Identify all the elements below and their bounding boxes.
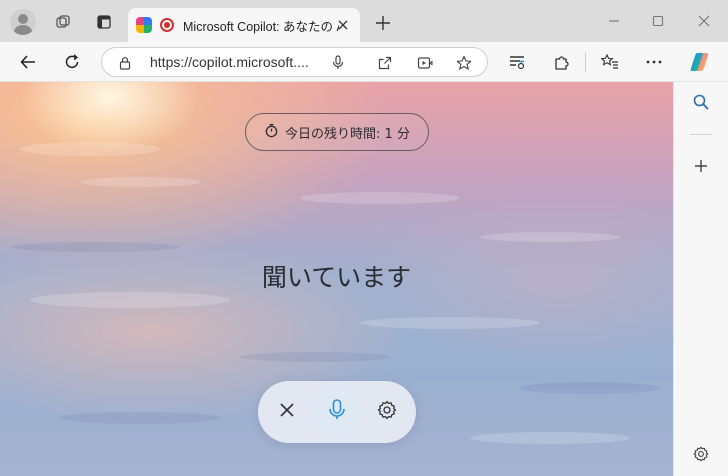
workspaces-icon[interactable] [50,9,76,35]
remaining-time-badge: 今日の残り時間: 1 分 [245,113,429,151]
tab-title: Microsoft Copilot: あなたの AI [183,19,339,34]
background-ripple [30,292,230,308]
settings-button[interactable] [362,387,412,437]
close-window-icon[interactable] [688,8,720,34]
microphone-button[interactable] [312,387,362,437]
close-tab-icon[interactable] [334,16,352,34]
video-icon[interactable] [415,53,435,73]
navigation-toolbar: https://copilot.microsoft.... [0,42,728,82]
copilot-voice-page: 今日の残り時間: 1 分 聞いています [0,82,673,476]
background-ripple [300,192,460,204]
url-text[interactable]: https://copilot.microsoft.... [150,54,309,70]
microphone-icon[interactable] [328,53,348,73]
background-ripple [10,242,180,252]
refresh-icon[interactable] [58,48,86,76]
settings-icon [377,400,397,424]
profile-icon[interactable] [10,9,36,35]
back-icon[interactable] [14,48,42,76]
listening-status: 聞いています [261,263,412,292]
address-bar[interactable]: https://copilot.microsoft.... [101,47,488,77]
background-ripple [80,177,200,187]
active-tab[interactable]: Microsoft Copilot: あなたの AI [128,8,360,42]
new-tab-icon[interactable] [370,10,396,36]
background-ripple [480,232,620,242]
add-icon[interactable] [687,152,715,180]
tab-strip: Microsoft Copilot: あなたの AI [0,0,728,42]
extensions-icon[interactable] [548,48,576,76]
browser-window: Microsoft Copilot: あなたの AI https://copil… [0,0,728,476]
toolbar-divider [585,52,586,72]
cancel-button[interactable] [262,387,312,437]
maximize-icon[interactable] [642,8,674,34]
background-ripple [240,352,390,362]
lock-icon[interactable] [118,55,132,70]
more-icon[interactable] [640,48,668,76]
tab-actions-icon[interactable] [91,9,117,35]
edge-sidebar [673,82,728,476]
background-ripple [520,382,660,394]
collections-icon[interactable] [596,48,624,76]
favorite-star-icon[interactable] [454,53,474,73]
reading-icon[interactable] [503,48,531,76]
open-app-icon[interactable] [375,53,395,73]
search-icon[interactable] [687,88,715,116]
background-ripple [360,317,540,329]
settings-icon[interactable] [687,440,715,468]
close-icon [279,402,295,422]
copilot-favicon [136,17,152,33]
background-ripple [20,142,160,156]
timer-icon [264,123,279,142]
sidebar-divider [690,134,712,135]
microphone-icon [327,398,347,426]
voice-controls [258,381,416,443]
background-ripple [60,412,220,424]
minimize-icon[interactable] [598,8,630,34]
copilot-icon[interactable] [686,48,714,76]
recording-icon [160,18,174,32]
background-ripple [470,432,630,444]
timer-label: 今日の残り時間: 1 分 [285,126,410,142]
